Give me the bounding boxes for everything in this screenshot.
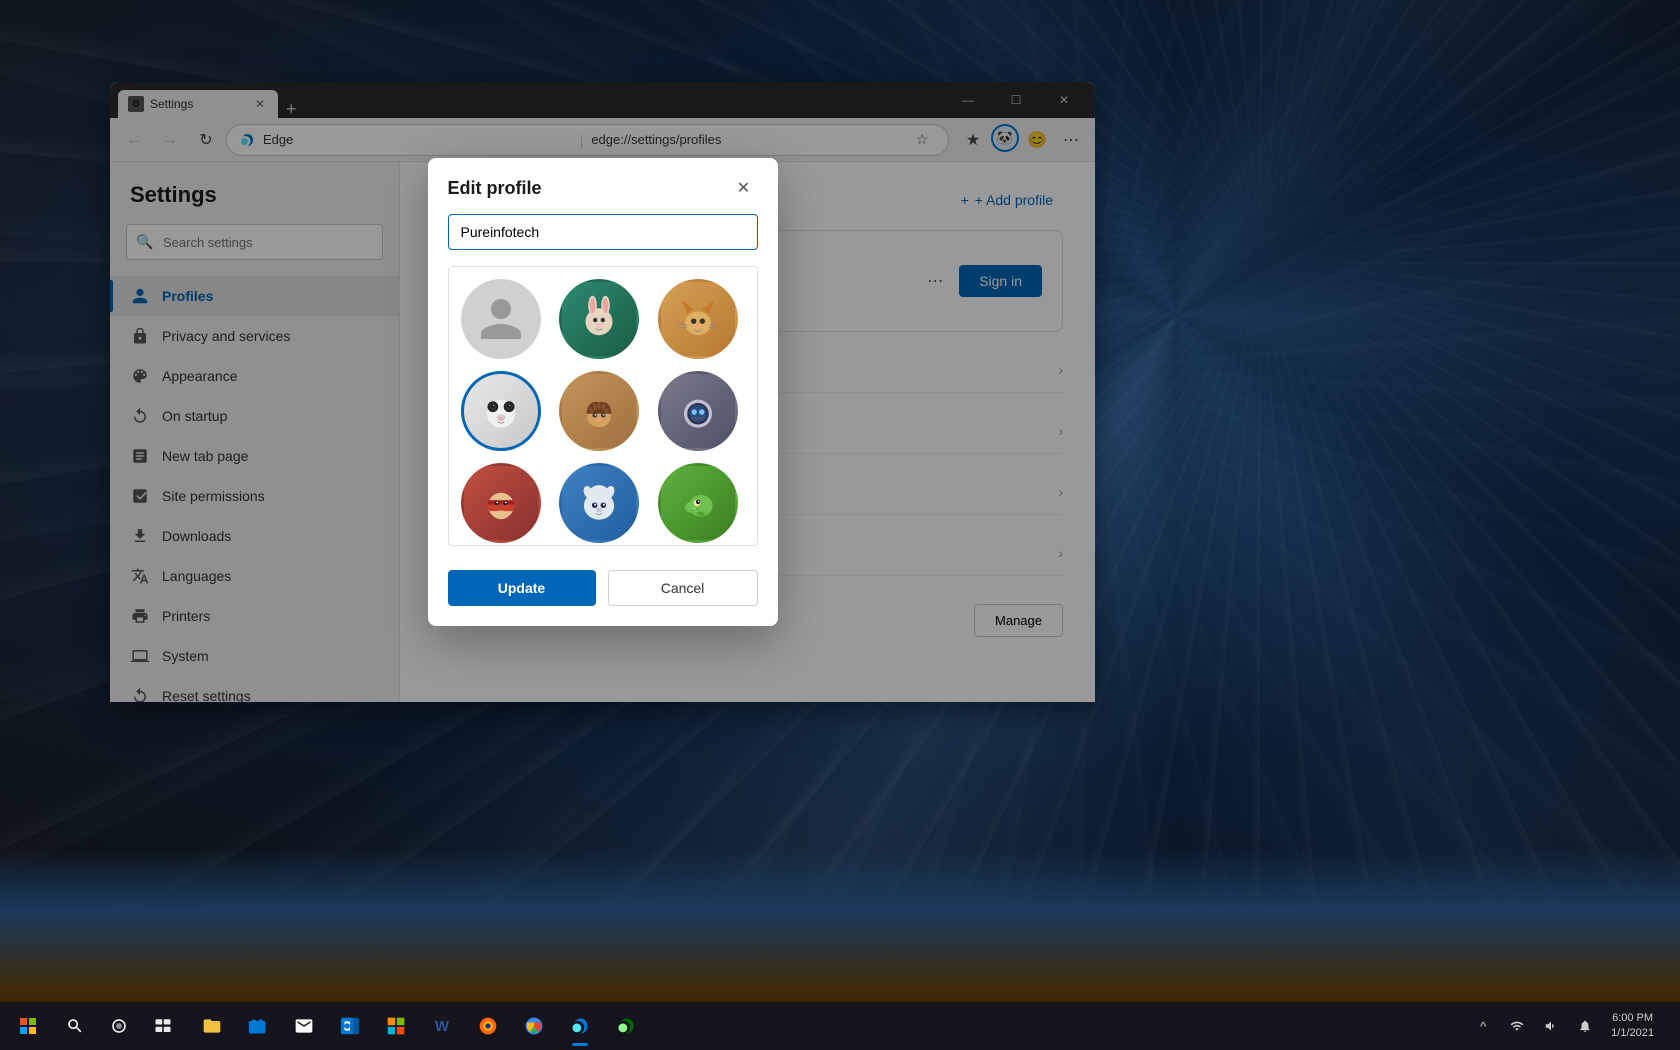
taskbar-firefox[interactable]: [466, 1004, 510, 1048]
taskbar-photos[interactable]: [374, 1004, 418, 1048]
avatar-default[interactable]: [461, 279, 541, 359]
tray-time-value: 6:00 PM: [1612, 1011, 1653, 1026]
taskbar-edge[interactable]: [558, 1004, 602, 1048]
tray-date-value: 1/1/2021: [1611, 1026, 1654, 1041]
avatar-ninja[interactable]: [461, 463, 541, 543]
taskbar-outlook[interactable]: [328, 1004, 372, 1048]
avatar-trex[interactable]: [658, 463, 738, 543]
taskbar-word[interactable]: W: [420, 1004, 464, 1048]
tray-clock[interactable]: 6:00 PM 1/1/2021: [1603, 1002, 1662, 1050]
avatar-grid-scroll[interactable]: [449, 267, 757, 545]
dialog-close-button[interactable]: ✕: [730, 174, 758, 202]
dialog-title: Edit profile: [448, 178, 542, 199]
tray-volume[interactable]: [1535, 1010, 1567, 1042]
browser-window: ⚙ Settings ✕ + — ☐ ✕ ← → ↻ Edge |: [110, 82, 1095, 702]
update-button[interactable]: Update: [448, 570, 596, 606]
cortana-button[interactable]: [98, 1002, 140, 1050]
dialog-overlay: Edit profile ✕: [110, 82, 1095, 702]
dialog-input-container: [448, 214, 758, 250]
start-button[interactable]: [4, 1002, 52, 1050]
tray-network[interactable]: [1501, 1010, 1533, 1042]
taskbar-file-explorer[interactable]: [190, 1004, 234, 1048]
avatar-yeti[interactable]: [559, 463, 639, 543]
taskbar-apps: W: [186, 1004, 1465, 1048]
avatar-panda[interactable]: [461, 371, 541, 451]
avatar-hedgehog[interactable]: [559, 371, 639, 451]
avatar-rabbit[interactable]: [559, 279, 639, 359]
tray-notification[interactable]: [1569, 1010, 1601, 1042]
avatar-robot[interactable]: [658, 371, 738, 451]
dialog-header: Edit profile ✕: [428, 158, 778, 214]
avatar-grid: [461, 279, 745, 545]
system-tray: ^ 6:00 PM 1/1/2021: [1467, 1002, 1676, 1050]
taskbar-store[interactable]: [236, 1004, 280, 1048]
dialog-buttons: Update Cancel: [428, 562, 778, 626]
profile-name-input[interactable]: [448, 214, 758, 250]
taskbar: W: [0, 1002, 1680, 1050]
taskbar-edge-dev[interactable]: [604, 1004, 648, 1048]
cancel-button[interactable]: Cancel: [608, 570, 758, 606]
taskbar-chrome[interactable]: [512, 1004, 556, 1048]
taskbar-mail[interactable]: [282, 1004, 326, 1048]
avatar-cat[interactable]: [658, 279, 738, 359]
tray-chevron[interactable]: ^: [1467, 1010, 1499, 1042]
avatar-grid-container: [448, 266, 758, 546]
task-view-button[interactable]: [142, 1002, 184, 1050]
taskbar-search-button[interactable]: [54, 1002, 96, 1050]
edit-profile-dialog: Edit profile ✕: [428, 158, 778, 626]
